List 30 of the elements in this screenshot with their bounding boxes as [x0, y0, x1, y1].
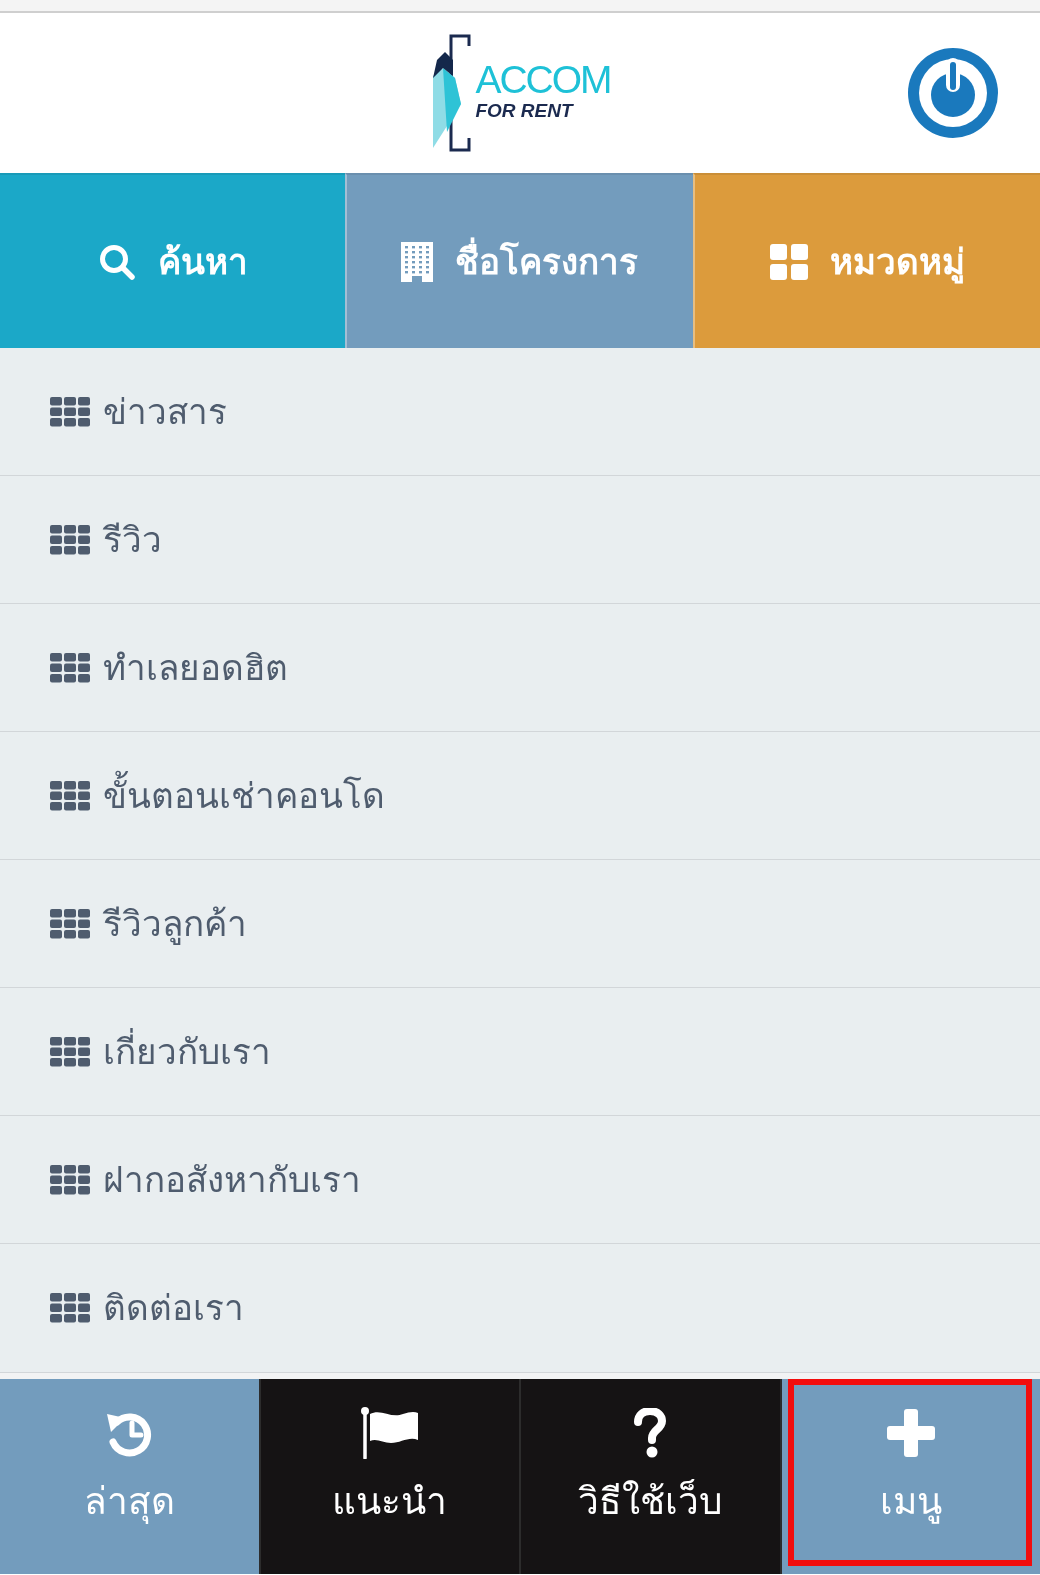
menu-item[interactable]: ฝากอสังหากับเรา — [0, 1116, 1040, 1244]
menu-item[interactable]: ทำเลยอดฮิต — [0, 604, 1040, 732]
menu-item[interactable]: ขั้นตอนเช่าคอนโด — [0, 732, 1040, 860]
nav-button[interactable]: วิธีใช้เว็บ — [519, 1379, 780, 1574]
grid-icon — [50, 524, 90, 555]
flag-icon — [360, 1407, 419, 1459]
grid-icon — [50, 780, 90, 811]
grid-icon — [50, 908, 90, 939]
grid-icon — [50, 1292, 90, 1323]
grid-icon — [50, 1164, 90, 1195]
logo-text: ACCOM — [475, 60, 611, 100]
question-icon — [632, 1408, 669, 1458]
plus-icon — [886, 1409, 935, 1457]
nav-button[interactable]: เมนู — [779, 1379, 1040, 1574]
grid-icon — [50, 652, 90, 683]
grid-icon — [50, 1036, 90, 1067]
menu-item[interactable]: รีวิวลูกค้า — [0, 860, 1040, 988]
category-button[interactable]: ชื่อโครงการ — [345, 173, 693, 348]
menu-item[interactable]: รีวิว — [0, 476, 1040, 604]
menu-item[interactable]: ข่าวสาร — [0, 348, 1040, 476]
grid-icon — [50, 396, 90, 427]
search-icon — [97, 242, 136, 281]
power-icon[interactable] — [908, 48, 998, 138]
nav-button[interactable]: ล่าสุด — [0, 1379, 259, 1574]
nav-button[interactable]: แนะนำ — [258, 1379, 519, 1574]
grid-icon — [769, 243, 808, 280]
logo-tagline: FOR RENT — [475, 101, 573, 122]
menu-item[interactable]: ติดต่อเรา — [0, 1244, 1040, 1371]
building-icon — [401, 241, 434, 282]
menu-item[interactable]: เกี่ยวกับเรา — [0, 988, 1040, 1116]
